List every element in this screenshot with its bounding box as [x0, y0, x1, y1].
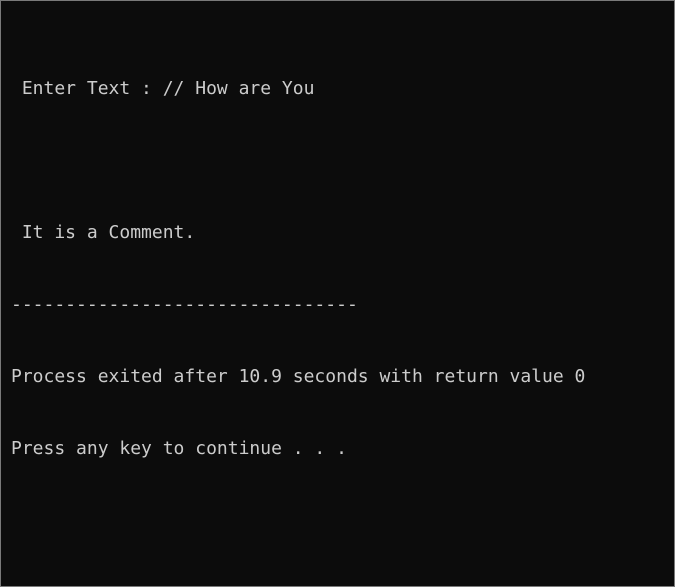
console-output: Enter Text : // How are You It is a Comm… — [11, 29, 585, 509]
input-prompt-line: Enter Text : // How are You — [11, 78, 315, 99]
continue-prompt-line: Press any key to continue . . . — [11, 438, 347, 459]
separator-line: -------------------------------- — [11, 294, 358, 315]
exit-status-line: Process exited after 10.9 seconds with r… — [11, 366, 586, 387]
comment-output-line: It is a Comment. — [11, 222, 196, 243]
console-window[interactable]: Enter Text : // How are You It is a Comm… — [0, 0, 675, 587]
